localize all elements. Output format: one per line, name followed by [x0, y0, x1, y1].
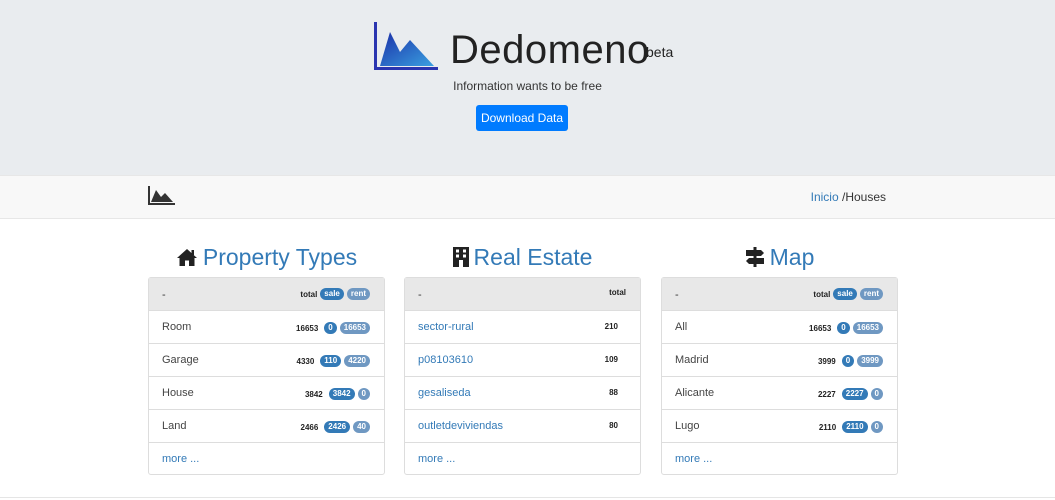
breadcrumb-current: Houses [845, 190, 886, 204]
building-icon [452, 247, 469, 267]
property-types-panel: - total sale rent Room 16653 0 16653 Garag… [148, 277, 385, 475]
beta-label: beta [646, 44, 674, 60]
table-row: sector-rural 210 [405, 311, 640, 344]
row-label: Alicante [675, 387, 715, 399]
header-sale-badge: sale [833, 288, 857, 300]
sale-badge: 3842 [328, 388, 355, 400]
property-types-heading: Property Types [148, 244, 385, 276]
header-rent-badge: rent [346, 288, 370, 300]
sale-badge: 2227 [841, 388, 868, 400]
more-link[interactable]: more ... [675, 453, 712, 465]
agency-link[interactable]: outletdeviviendas [418, 420, 503, 432]
table-row: Alicante 2227 2227 0 [662, 377, 897, 410]
agency-link[interactable]: gesaliseda [418, 387, 471, 399]
rent-badge: 40 [353, 421, 370, 433]
real-estate-panel: - total sector-rural 210 p08103610 109 g… [404, 277, 641, 475]
row-label: Lugo [675, 420, 700, 432]
row-total: 2466 [300, 422, 319, 432]
breadcrumb-home-link[interactable]: Inicio [811, 190, 839, 204]
more-link[interactable]: more ... [162, 453, 199, 465]
table-row: p08103610 109 [405, 344, 640, 377]
real-estate-column: Real Estate - total sector-rural 210 p08… [404, 244, 641, 475]
table-row: Madrid 3999 0 3999 [662, 344, 897, 377]
table-row: Room 16653 0 16653 [149, 311, 384, 344]
row-total: 16653 [809, 323, 832, 333]
table-row: outletdeviviendas 80 [405, 410, 640, 443]
row-label: All [675, 321, 688, 333]
breadcrumb: Inicio /Houses [811, 190, 886, 204]
signpost-icon [745, 247, 764, 267]
home-icon [176, 249, 197, 266]
more-row: more ... [149, 443, 384, 474]
table-row: House 3842 3842 0 [149, 377, 384, 410]
panel-header: - total [405, 278, 640, 311]
rent-badge: 0 [870, 421, 883, 433]
header-sale-badge: sale [320, 288, 344, 300]
more-link[interactable]: more ... [418, 453, 455, 465]
logo-chart-icon [374, 22, 438, 70]
row-label: Land [162, 420, 187, 432]
panel-header: - total sale rent [149, 278, 384, 311]
more-row: more ... [662, 443, 897, 474]
panel-header: - total sale rent [662, 278, 897, 311]
property-types-title: Property Types [202, 244, 358, 270]
row-total: 2110 [818, 422, 837, 432]
header-total: total [813, 289, 831, 299]
rent-badge: 0 [870, 388, 883, 400]
row-total: 80 [609, 421, 618, 430]
row-total: 2227 [817, 389, 836, 399]
header-dash: - [675, 289, 679, 301]
row-label: Garage [162, 354, 199, 366]
brand-title: Dedomeno [450, 28, 650, 72]
header-dash: - [418, 289, 422, 301]
agency-link[interactable]: p08103610 [418, 354, 473, 366]
header-dash: - [162, 289, 166, 301]
navbar: Inicio /Houses [0, 175, 1055, 219]
sale-badge: 0 [841, 355, 855, 367]
hero-section: Dedomeno beta Information wants to be fr… [0, 0, 1055, 175]
rent-badge: 16653 [852, 322, 883, 334]
row-label: Madrid [675, 354, 709, 366]
header-total: total [300, 289, 318, 299]
row-total: 3999 [817, 356, 836, 366]
row-label: House [162, 387, 194, 399]
table-row: Garage 4330 110 4220 [149, 344, 384, 377]
rent-badge: 16653 [339, 322, 370, 334]
table-row: gesaliseda 88 [405, 377, 640, 410]
row-total: 16653 [296, 323, 319, 333]
sale-badge: 110 [320, 355, 342, 367]
row-total: 109 [604, 355, 618, 364]
header-total: total [609, 288, 626, 297]
sale-badge: 2110 [842, 421, 868, 433]
table-row: Land 2466 2426 40 [149, 410, 384, 443]
download-data-button[interactable]: Download Data [476, 105, 568, 131]
map-column: Map - total sale rent All 16653 0 16653 Ma… [661, 244, 898, 475]
rent-badge: 0 [357, 388, 370, 400]
row-total: 210 [604, 322, 618, 331]
nav-logo-icon[interactable] [148, 186, 175, 206]
table-row: All 16653 0 16653 [662, 311, 897, 344]
row-total: 88 [609, 388, 618, 397]
row-label: Room [162, 321, 192, 333]
map-panel: - total sale rent All 16653 0 16653 Madrid… [661, 277, 898, 475]
row-total: 3842 [304, 389, 323, 399]
rent-badge: 3999 [857, 355, 883, 367]
table-row: Lugo 2110 2110 0 [662, 410, 897, 443]
header-rent-badge: rent [859, 288, 883, 300]
map-heading: Map [661, 244, 898, 276]
real-estate-heading: Real Estate [404, 244, 641, 276]
sale-badge: 0 [324, 322, 337, 334]
real-estate-title: Real Estate [473, 244, 593, 270]
rent-badge: 4220 [344, 355, 370, 367]
divider [0, 497, 1055, 498]
sale-badge: 2426 [324, 421, 351, 433]
map-title: Map [769, 244, 815, 270]
sale-badge: 0 [837, 322, 850, 334]
more-row: more ... [405, 443, 640, 474]
property-types-column: Property Types - total sale rent Room 16… [148, 244, 385, 475]
agency-link[interactable]: sector-rural [418, 321, 474, 333]
tagline: Information wants to be free [453, 79, 602, 93]
row-total: 4330 [296, 356, 315, 366]
